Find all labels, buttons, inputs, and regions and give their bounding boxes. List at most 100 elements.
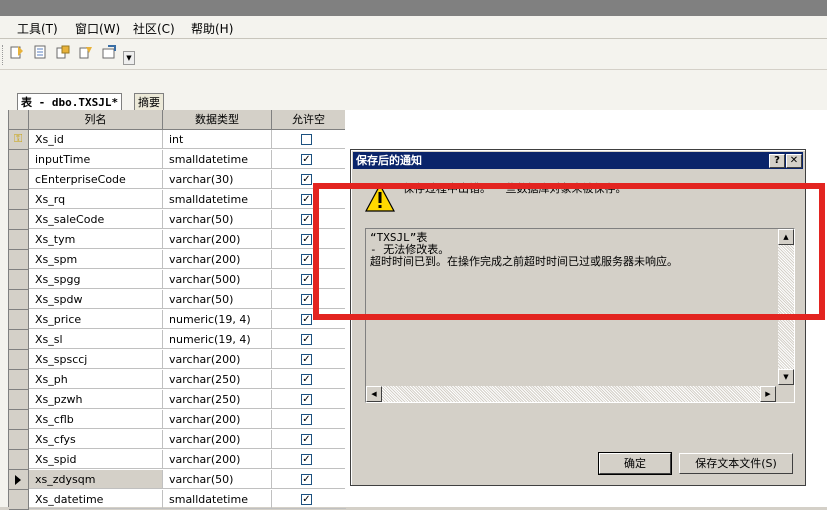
column-name-cell[interactable]: Xs_id	[29, 130, 163, 149]
row-selector[interactable]	[9, 350, 29, 370]
window-titlebar	[0, 0, 827, 16]
table-designer-icon[interactable]	[10, 45, 24, 59]
menu-tools[interactable]: 工具(T)	[17, 20, 58, 37]
allow-nulls-checkbox[interactable]: ✓	[301, 174, 312, 185]
menu-window[interactable]: 窗口(W)	[75, 20, 120, 37]
allow-nulls-checkbox[interactable]: ✓	[301, 414, 312, 425]
scroll-left-icon[interactable]: ◀	[366, 386, 382, 402]
row-selector[interactable]	[9, 250, 29, 270]
row-selector[interactable]	[9, 270, 29, 290]
data-type-cell[interactable]: varchar(50)	[163, 470, 272, 489]
allow-nulls-checkbox[interactable]: ✓	[301, 234, 312, 245]
data-type-cell[interactable]: numeric(19, 4)	[163, 310, 272, 329]
column-name-cell[interactable]: Xs_spgg	[29, 270, 163, 289]
scroll-right-icon[interactable]: ▶	[760, 386, 776, 402]
data-type-cell[interactable]: varchar(200)	[163, 250, 272, 269]
allow-nulls-checkbox[interactable]: ✓	[301, 254, 312, 265]
data-type-cell[interactable]: numeric(19, 4)	[163, 330, 272, 349]
allow-nulls-checkbox[interactable]: ✓	[301, 334, 312, 345]
menu-community[interactable]: 社区(C)	[133, 20, 175, 37]
data-type-cell[interactable]: varchar(200)	[163, 450, 272, 469]
horizontal-scrollbar[interactable]: ◀ ▶	[366, 386, 776, 402]
data-type-cell[interactable]: varchar(250)	[163, 370, 272, 389]
allow-nulls-checkbox[interactable]: ✓	[301, 454, 312, 465]
data-type-cell[interactable]: varchar(200)	[163, 350, 272, 369]
column-name-cell[interactable]: Xs_cfys	[29, 430, 163, 449]
column-name-cell[interactable]: cEnterpriseCode	[29, 170, 163, 189]
column-name-cell[interactable]: Xs_rq	[29, 190, 163, 209]
column-name-cell[interactable]: Xs_sl	[29, 330, 163, 349]
allow-nulls-checkbox[interactable]: ✓	[301, 474, 312, 485]
allow-nulls-checkbox[interactable]: ✓	[301, 374, 312, 385]
row-selector[interactable]	[9, 450, 29, 470]
document-icon[interactable]	[33, 45, 47, 59]
column-name-cell[interactable]: Xs_pzwh	[29, 390, 163, 409]
allow-nulls-checkbox[interactable]: ✓	[301, 434, 312, 445]
close-button[interactable]: ✕	[786, 154, 802, 168]
data-type-cell[interactable]: smalldatetime	[163, 490, 272, 509]
table-design-grid: 列名 数据类型 允许空 ⚿ Xs_id int inputTime smalldatet…	[8, 110, 346, 510]
data-type-cell[interactable]: varchar(50)	[163, 210, 272, 229]
relationships-icon[interactable]	[56, 45, 70, 59]
row-selector[interactable]	[9, 150, 29, 170]
scroll-down-icon[interactable]: ▼	[778, 369, 794, 385]
column-name-cell[interactable]: Xs_spid	[29, 450, 163, 469]
row-selector[interactable]	[9, 370, 29, 390]
allow-nulls-checkbox[interactable]: ✓	[301, 294, 312, 305]
data-type-cell[interactable]: varchar(200)	[163, 430, 272, 449]
toolbar-overflow-chevron-icon[interactable]: ▼	[123, 51, 135, 65]
row-selector[interactable]	[9, 190, 29, 210]
help-button[interactable]: ?	[769, 154, 785, 168]
column-name-cell[interactable]: Xs_saleCode	[29, 210, 163, 229]
row-selector[interactable]	[9, 430, 29, 450]
data-type-cell[interactable]: smalldatetime	[163, 150, 272, 169]
column-name-cell[interactable]: Xs_ph	[29, 370, 163, 389]
column-name-cell[interactable]: xs_zdysqm	[29, 470, 163, 489]
column-name-cell[interactable]: Xs_price	[29, 310, 163, 329]
allow-nulls-checkbox[interactable]: ✓	[301, 354, 312, 365]
data-type-cell[interactable]: smalldatetime	[163, 190, 272, 209]
save-text-file-button[interactable]: 保存文本文件(S)	[679, 453, 793, 474]
data-type-cell[interactable]: varchar(50)	[163, 290, 272, 309]
menu-help[interactable]: 帮助(H)	[191, 20, 233, 37]
row-selector[interactable]	[9, 330, 29, 350]
row-selector[interactable]	[9, 210, 29, 230]
ok-button[interactable]: 确定	[598, 452, 672, 475]
allow-nulls-checkbox[interactable]: ✓	[301, 194, 312, 205]
column-name-cell[interactable]: Xs_cflb	[29, 410, 163, 429]
column-name-cell[interactable]: Xs_spm	[29, 250, 163, 269]
toolbar-grip[interactable]	[2, 45, 6, 65]
allow-nulls-checkbox[interactable]: ✓	[301, 394, 312, 405]
row-selector[interactable]	[9, 410, 29, 430]
data-type-cell[interactable]: int	[163, 130, 272, 149]
column-name-cell[interactable]: Xs_tym	[29, 230, 163, 249]
row-selector[interactable]	[9, 490, 29, 510]
allow-nulls-checkbox[interactable]: ✓	[301, 314, 312, 325]
row-selector[interactable]	[9, 470, 29, 490]
allow-nulls-checkbox[interactable]	[301, 134, 312, 145]
column-name-cell[interactable]: Xs_spsccj	[29, 350, 163, 369]
data-type-cell[interactable]: varchar(500)	[163, 270, 272, 289]
tab-summary[interactable]: 摘要	[134, 93, 164, 111]
data-type-cell[interactable]: varchar(250)	[163, 390, 272, 409]
data-type-cell[interactable]: varchar(30)	[163, 170, 272, 189]
row-selector[interactable]	[9, 290, 29, 310]
row-selector[interactable]	[9, 390, 29, 410]
allow-nulls-checkbox[interactable]: ✓	[301, 494, 312, 505]
row-selector[interactable]: ⚿	[9, 130, 29, 150]
allow-nulls-cell: ✓	[272, 450, 346, 469]
tab-table-designer[interactable]: 表 - dbo.TXSJL*	[17, 93, 123, 111]
row-selector[interactable]	[9, 170, 29, 190]
row-selector[interactable]	[9, 230, 29, 250]
data-type-cell[interactable]: varchar(200)	[163, 410, 272, 429]
column-name-cell[interactable]: inputTime	[29, 150, 163, 169]
allow-nulls-checkbox[interactable]: ✓	[301, 274, 312, 285]
row-selector[interactable]	[9, 310, 29, 330]
indexes-icon[interactable]	[79, 45, 93, 59]
column-name-cell[interactable]: Xs_datetime	[29, 490, 163, 509]
manage-constraints-icon[interactable]	[102, 45, 116, 59]
column-name-cell[interactable]: Xs_spdw	[29, 290, 163, 309]
allow-nulls-checkbox[interactable]: ✓	[301, 214, 312, 225]
allow-nulls-checkbox[interactable]: ✓	[301, 154, 312, 165]
data-type-cell[interactable]: varchar(200)	[163, 230, 272, 249]
